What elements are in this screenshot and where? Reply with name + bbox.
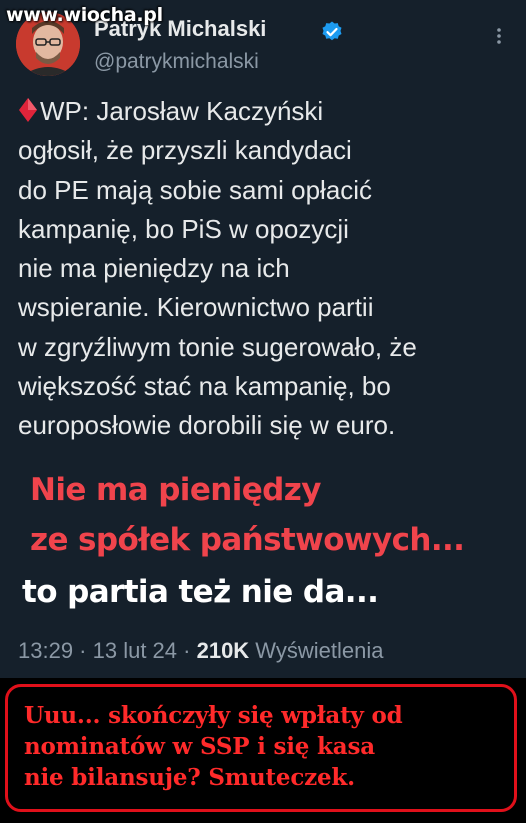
overlay-text-line-2: ze spółek państwowych...: [30, 522, 465, 558]
more-options-icon[interactable]: [491, 24, 507, 48]
tweet-line: większość stać na kampanię, bo: [18, 371, 391, 402]
tweet-line: wspieranie. Kierownictwo partii: [18, 292, 374, 323]
tweet-text: WP: Jarosław Kaczyński ogłosił, że przys…: [18, 92, 518, 446]
tweet-line: do PE mają sobie sami opłacić: [18, 174, 373, 205]
overlay-text-line-3: to partia też nie da...: [22, 574, 379, 610]
tweet-line: nie ma pieniędzy na ich: [18, 253, 290, 284]
view-count: 210K: [196, 638, 250, 663]
caption-text: Uuu... skończyły się wpłaty od nominatów…: [24, 700, 504, 793]
tweet-line: kampanię, bo PiS w opozycji: [18, 213, 349, 244]
author-handle[interactable]: @patrykmichalski: [94, 50, 259, 74]
tweet-line: w zgryźliwym tonie sugerowało, że: [18, 331, 417, 362]
overlay-text-line-1: Nie ma pieniędzy: [30, 472, 321, 508]
red-diamond-icon: [19, 98, 37, 122]
caption-line: Uuu... skończyły się wpłaty od: [24, 702, 403, 729]
tweet-card: www.wiocha.pl Patryk Michalski @patrykmi…: [0, 0, 526, 678]
tweet-time[interactable]: 13:29: [18, 638, 73, 663]
tweet-line: europosłowie dorobili się w euro.: [18, 410, 396, 441]
tweet-line: ogłosił, że przyszli kandydaci: [18, 135, 352, 166]
tweet-line: WP: Jarosław Kaczyński: [18, 92, 518, 131]
caption-line: nie bilansuje? Smuteczek.: [24, 764, 355, 791]
watermark: www.wiocha.pl: [6, 4, 163, 26]
tweet-meta: 13:29 · 13 lut 24 · 210K Wyświetlenia: [18, 638, 384, 663]
verified-badge-icon: [322, 21, 342, 41]
view-count-label: Wyświetlenia: [249, 638, 384, 663]
tweet-date[interactable]: 13 lut 24: [93, 638, 177, 663]
caption-line: nominatów w SSP i się kasa: [24, 733, 375, 760]
